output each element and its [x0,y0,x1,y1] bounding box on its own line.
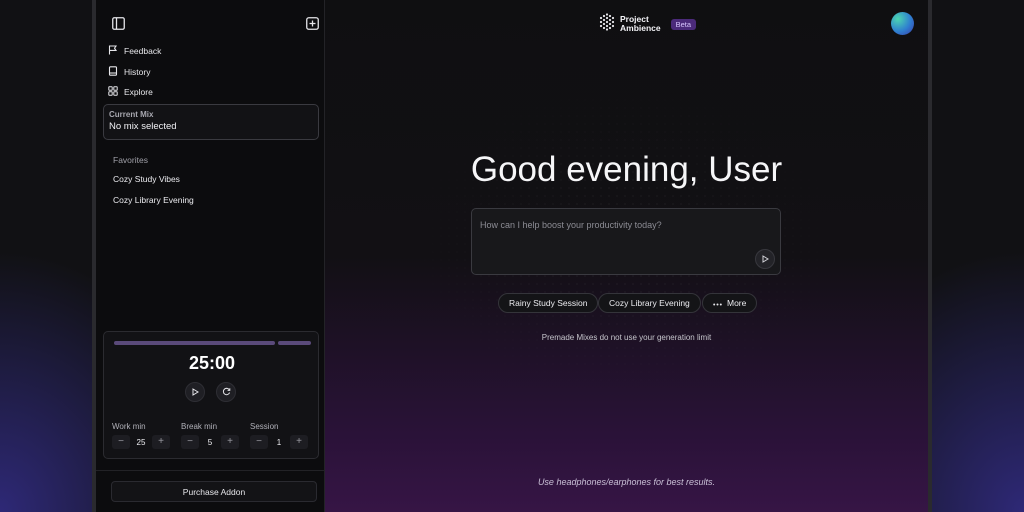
timer-progress-work [114,341,275,345]
flag-icon [108,45,118,57]
beta-badge: Beta [670,18,697,30]
logo-grid-icon [598,12,616,36]
send-button[interactable] [755,249,775,269]
favorites-heading: Favorites [113,155,148,165]
purchase-addon-button[interactable]: Purchase Addon [111,481,317,502]
chip-rainy-study-session[interactable]: Rainy Study Session [498,293,599,313]
favorite-item[interactable]: Cozy Study Vibes [113,174,180,184]
premade-mixes-note: Premade Mixes do not use your generation… [541,333,712,342]
chip-more[interactable]: More [702,293,758,313]
new-chat-icon[interactable] [303,14,321,32]
work-min-decrement[interactable]: − [112,435,130,449]
current-mix-value: No mix selected [109,121,177,132]
avatar[interactable] [891,12,914,35]
play-icon [191,383,199,401]
break-min-label: Break min [181,422,218,431]
work-min-increment[interactable]: + [152,435,170,449]
work-min-stepper: − 25 + [112,435,170,449]
sidebar-item-label: Feedback [124,46,162,56]
refresh-icon [222,383,231,401]
greeting-title: Good evening, User [470,150,783,189]
chip-cozy-library-evening[interactable]: Cozy Library Evening [598,293,701,313]
sidebar-item-label: History [124,67,151,77]
session-value: 1 [276,437,282,447]
timer-display: 25:00 [188,353,236,373]
break-min-value: 5 [207,437,213,447]
headphones-hint: Use headphones/earphones for best result… [537,477,716,487]
work-min-label: Work min [112,422,146,431]
session-increment[interactable]: + [289,435,308,449]
main-panel: Project Ambience Beta Good evening, User… [325,0,928,512]
break-min-decrement[interactable]: − [181,435,199,449]
app-window: Feedback History Explore Current Mix No … [92,0,932,512]
prompt-box[interactable] [471,208,781,275]
session-label: Session [250,422,279,431]
grid-icon [108,86,118,98]
sidebar: Feedback History Explore Current Mix No … [96,0,325,512]
current-mix-label: Current Mix [109,110,154,119]
chip-label: More [727,298,747,308]
sidebar-toggle-icon[interactable] [109,14,127,32]
chip-label: Rainy Study Session [509,298,588,308]
logo-line-2: Ambience [620,23,661,33]
pomodoro-timer: 25:00 Work min − 25 + Break min − 5 + Se… [103,331,319,459]
logo-text: Project Ambience [620,15,661,33]
sidebar-item-history[interactable]: History [108,64,150,80]
more-dots-icon [713,298,722,308]
work-min-value: 25 [136,437,146,447]
current-mix-card[interactable]: Current Mix No mix selected [103,104,319,140]
prompt-input[interactable] [480,217,750,233]
session-stepper: − 1 + [250,435,308,449]
sidebar-item-label: Explore [124,87,153,97]
app-logo[interactable]: Project Ambience Beta [598,12,697,36]
timer-play-button[interactable] [185,382,205,402]
break-min-increment[interactable]: + [220,435,239,449]
chip-label: Cozy Library Evening [609,298,690,308]
favorite-item[interactable]: Cozy Library Evening [113,195,194,205]
timer-progress-break [278,341,311,345]
book-icon [108,66,118,78]
sidebar-item-explore[interactable]: Explore [108,84,153,100]
break-min-stepper: − 5 + [181,435,239,449]
sidebar-divider [96,470,325,471]
sidebar-item-feedback[interactable]: Feedback [108,43,161,59]
session-decrement[interactable]: − [250,435,268,449]
send-icon [761,250,769,268]
timer-reset-button[interactable] [216,382,236,402]
